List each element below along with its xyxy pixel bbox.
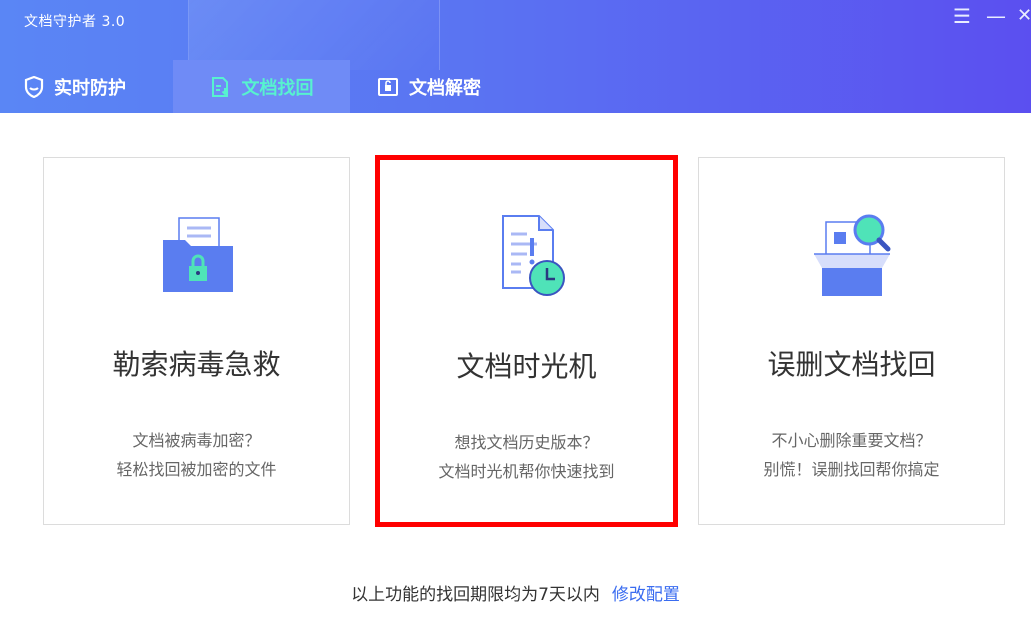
shield-icon — [24, 75, 44, 98]
card-description: 想找文档历史版本？ 文档时光机帮你快速找到 — [380, 428, 673, 486]
card-desc-line: 文档被病毒加密？ — [132, 431, 261, 450]
locked-folder-icon — [44, 210, 349, 302]
title-bar: 文档守护者 3.0 ☰ — ✕ 实时防护 文档找回 文档解密 — [0, 0, 1031, 113]
box-search-icon — [699, 210, 1004, 302]
card-title: 误删文档找回 — [767, 348, 936, 381]
tab-document-recovery[interactable]: 文档找回 — [173, 60, 350, 113]
app-title: 文档守护者 3.0 — [24, 14, 126, 30]
document-recover-icon — [210, 76, 232, 98]
tab-bar: 实时防护 文档找回 文档解密 — [0, 60, 1031, 113]
card-desc-line: 别慌！误删找回帮你搞定 — [763, 460, 940, 479]
menu-icon[interactable]: ☰ — [953, 6, 971, 26]
minimize-icon[interactable]: — — [986, 6, 1006, 26]
footer-note: 以上功能的找回期限均为7天以内 修改配置 — [0, 580, 1031, 605]
tab-realtime-protection[interactable]: 实时防护 — [24, 60, 126, 113]
card-desc-line: 不小心删除重要文档？ — [771, 431, 932, 450]
card-document-time-machine[interactable]: 文档时光机 想找文档历史版本？ 文档时光机帮你快速找到 — [375, 155, 678, 527]
card-deleted-file-recovery[interactable]: 误删文档找回 不小心删除重要文档？ 别慌！误删找回帮你搞定 — [698, 157, 1005, 525]
tab-document-decrypt[interactable]: 文档解密 — [377, 60, 481, 113]
modify-config-link[interactable]: 修改配置 — [612, 585, 680, 605]
card-title: 勒索病毒急救 — [112, 348, 281, 381]
card-desc-line: 想找文档历史版本？ — [454, 433, 599, 452]
card-description: 文档被病毒加密？ 轻松找回被加密的文件 — [44, 426, 349, 484]
tab-label: 文档解密 — [409, 77, 481, 99]
close-icon[interactable]: ✕ — [1017, 6, 1031, 26]
card-desc-line: 文档时光机帮你快速找到 — [438, 462, 615, 481]
tab-label: 文档找回 — [241, 77, 314, 99]
document-clock-icon — [380, 212, 673, 304]
card-desc-line: 轻松找回被加密的文件 — [116, 460, 277, 479]
tab-label: 实时防护 — [54, 77, 126, 99]
footer-text: 以上功能的找回期限均为7天以内 — [351, 585, 600, 605]
card-description: 不小心删除重要文档？ 别慌！误删找回帮你搞定 — [699, 426, 1004, 484]
card-ransomware-rescue[interactable]: 勒索病毒急救 文档被病毒加密？ 轻松找回被加密的文件 — [43, 157, 350, 525]
document-unlock-icon — [377, 77, 399, 97]
card-title: 文档时光机 — [456, 350, 597, 383]
